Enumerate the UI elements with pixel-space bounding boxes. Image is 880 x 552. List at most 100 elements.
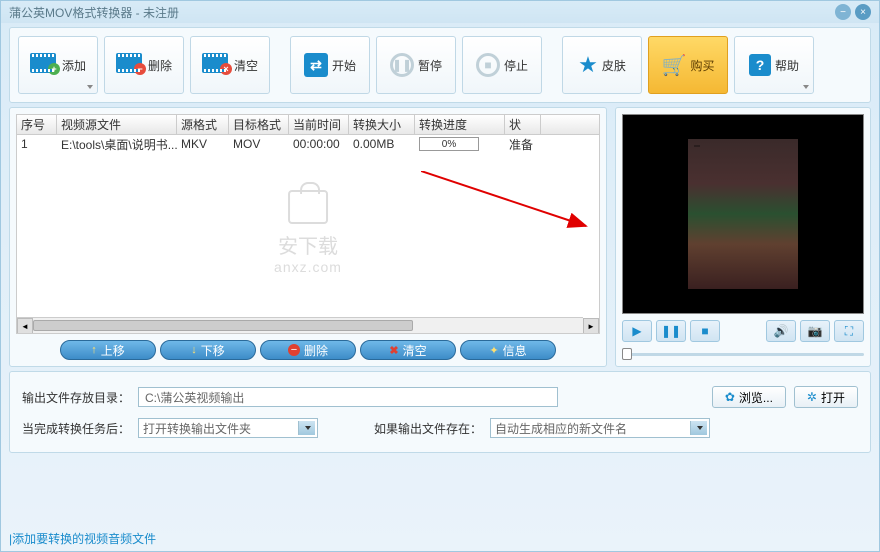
preview-thumbnail bbox=[688, 139, 798, 289]
start-label: 开始 bbox=[332, 57, 356, 74]
th-size[interactable]: 转换大小 bbox=[349, 115, 415, 134]
td-size: 0.00MB bbox=[349, 135, 415, 153]
td-dstfmt: MOV bbox=[229, 135, 289, 153]
clear-label: 清空 bbox=[234, 57, 258, 74]
scroll-thumb[interactable] bbox=[33, 320, 413, 331]
th-index[interactable]: 序号 bbox=[17, 115, 57, 134]
th-progress[interactable]: 转换进度 bbox=[415, 115, 505, 134]
x-icon: × bbox=[220, 63, 232, 75]
table-header: 序号 视频源文件 源格式 目标格式 当前时间 转换大小 转换进度 状 bbox=[17, 115, 599, 135]
moveup-button[interactable]: ↑上移 bbox=[60, 340, 156, 360]
close-button[interactable]: × bbox=[855, 4, 871, 20]
pause-button[interactable]: ❚❚ 暂停 bbox=[376, 36, 456, 94]
after-task-label: 当完成转换任务后： bbox=[22, 420, 130, 437]
preview-screen[interactable] bbox=[622, 114, 864, 314]
volume-button[interactable]: 🔊 bbox=[766, 320, 796, 342]
output-panel: 输出文件存放目录： ✿浏览... ✲打开 当完成转换任务后： 打开转换输出文件夹… bbox=[9, 371, 871, 453]
list-clear-button[interactable]: ✖清空 bbox=[360, 340, 456, 360]
camera-icon: 📷 bbox=[808, 324, 823, 338]
add-label: 添加 bbox=[62, 57, 86, 74]
movedown-button[interactable]: ↓下移 bbox=[160, 340, 256, 360]
play-icon: ▶ bbox=[632, 324, 641, 338]
play-button[interactable]: ▶ bbox=[622, 320, 652, 342]
file-exists-label: 如果输出文件存在： bbox=[374, 420, 482, 437]
browse-button[interactable]: ✿浏览... bbox=[712, 386, 786, 408]
after-task-select[interactable]: 打开转换输出文件夹 bbox=[138, 418, 318, 438]
status-text: 添加要转换的视频音频文件 bbox=[12, 532, 156, 546]
td-status: 准备 bbox=[505, 135, 541, 153]
th-srcfmt[interactable]: 源格式 bbox=[177, 115, 229, 134]
pause-icon: ❚❚ bbox=[661, 324, 681, 338]
x-icon: ✖ bbox=[389, 344, 398, 357]
help-button[interactable]: ? 帮助 bbox=[734, 36, 814, 94]
info-icon: ✦ bbox=[489, 344, 498, 357]
output-dir-input[interactable] bbox=[138, 387, 558, 407]
stop-label: 停止 bbox=[504, 57, 528, 74]
film-icon: × bbox=[202, 53, 228, 73]
arrow-down-icon: ↓ bbox=[191, 344, 197, 356]
swap-icon: ⇄ bbox=[304, 53, 328, 77]
file-table[interactable]: 序号 视频源文件 源格式 目标格式 当前时间 转换大小 转换进度 状 1 E:\… bbox=[16, 114, 600, 334]
window-title: 蒲公英MOV格式转换器 - 未注册 bbox=[9, 4, 179, 21]
help-icon: ? bbox=[749, 54, 771, 76]
minus-icon: − bbox=[134, 63, 146, 75]
fullscreen-button[interactable]: ⛶ bbox=[834, 320, 864, 342]
statusbar: |添加要转换的视频音频文件 bbox=[9, 530, 156, 547]
th-curtime[interactable]: 当前时间 bbox=[289, 115, 349, 134]
delete-label: 删除 bbox=[148, 57, 172, 74]
minus-icon: − bbox=[288, 344, 300, 356]
help-label: 帮助 bbox=[775, 57, 799, 74]
th-status[interactable]: 状 bbox=[505, 115, 541, 134]
td-source: E:\tools\桌面\说明书... bbox=[57, 135, 177, 153]
buy-button[interactable]: 🛒 购买 bbox=[648, 36, 728, 94]
file-exists-select[interactable]: 自动生成相应的新文件名 bbox=[490, 418, 710, 438]
slider-track bbox=[622, 353, 864, 356]
info-button[interactable]: ✦信息 bbox=[460, 340, 556, 360]
list-delete-button[interactable]: −删除 bbox=[260, 340, 356, 360]
td-curtime: 00:00:00 bbox=[289, 135, 349, 153]
chevron-down-icon bbox=[803, 85, 809, 89]
preview-overlay bbox=[694, 145, 700, 147]
list-actions: ↑上移 ↓下移 −删除 ✖清空 ✦信息 bbox=[16, 340, 600, 360]
table-row[interactable]: 1 E:\tools\桌面\说明书... MKV MOV 00:00:00 0.… bbox=[17, 135, 599, 153]
skin-button[interactable]: ★ 皮肤 bbox=[562, 36, 642, 94]
stop-icon: ■ bbox=[476, 53, 500, 77]
progress-bar: 0% bbox=[419, 137, 479, 151]
toolbar: + 添加 − 删除 × 清空 ⇄ 开始 ❚❚ 暂停 ■ 停止 ★ 皮肤 bbox=[9, 27, 871, 103]
output-dir-label: 输出文件存放目录： bbox=[22, 389, 130, 406]
browse-icon: ✿ bbox=[725, 390, 735, 404]
gear-icon: ✲ bbox=[807, 390, 817, 404]
scroll-right-button[interactable]: ► bbox=[583, 318, 599, 334]
clear-button[interactable]: × 清空 bbox=[190, 36, 270, 94]
scrollbar-horizontal[interactable]: ◄ ► bbox=[17, 317, 583, 333]
start-button[interactable]: ⇄ 开始 bbox=[290, 36, 370, 94]
buy-label: 购买 bbox=[690, 57, 714, 74]
td-srcfmt: MKV bbox=[177, 135, 229, 153]
film-icon: − bbox=[116, 53, 142, 73]
preview-pause-button[interactable]: ❚❚ bbox=[656, 320, 686, 342]
preview-controls: ▶ ❚❚ ■ 🔊 📷 ⛶ bbox=[622, 320, 864, 342]
preview-panel: ▶ ❚❚ ■ 🔊 📷 ⛶ bbox=[615, 107, 871, 367]
fullscreen-icon: ⛶ bbox=[845, 324, 853, 339]
star-icon: ★ bbox=[578, 52, 598, 78]
td-progress: 0% bbox=[415, 135, 505, 153]
stop-button[interactable]: ■ 停止 bbox=[462, 36, 542, 94]
chevron-down-icon bbox=[87, 85, 93, 89]
scroll-left-button[interactable]: ◄ bbox=[17, 318, 33, 334]
minimize-button[interactable]: − bbox=[835, 4, 851, 20]
pause-label: 暂停 bbox=[418, 57, 442, 74]
preview-stop-button[interactable]: ■ bbox=[690, 320, 720, 342]
slider-thumb[interactable] bbox=[622, 348, 632, 360]
snapshot-button[interactable]: 📷 bbox=[800, 320, 830, 342]
th-source[interactable]: 视频源文件 bbox=[57, 115, 177, 134]
stop-icon: ■ bbox=[701, 324, 708, 338]
skin-label: 皮肤 bbox=[602, 57, 626, 74]
arrow-up-icon: ↑ bbox=[91, 344, 97, 356]
plus-icon: + bbox=[48, 63, 60, 75]
open-button[interactable]: ✲打开 bbox=[794, 386, 858, 408]
delete-button[interactable]: − 删除 bbox=[104, 36, 184, 94]
seek-slider[interactable] bbox=[622, 348, 864, 360]
add-button[interactable]: + 添加 bbox=[18, 36, 98, 94]
film-icon: + bbox=[30, 53, 56, 73]
th-dstfmt[interactable]: 目标格式 bbox=[229, 115, 289, 134]
